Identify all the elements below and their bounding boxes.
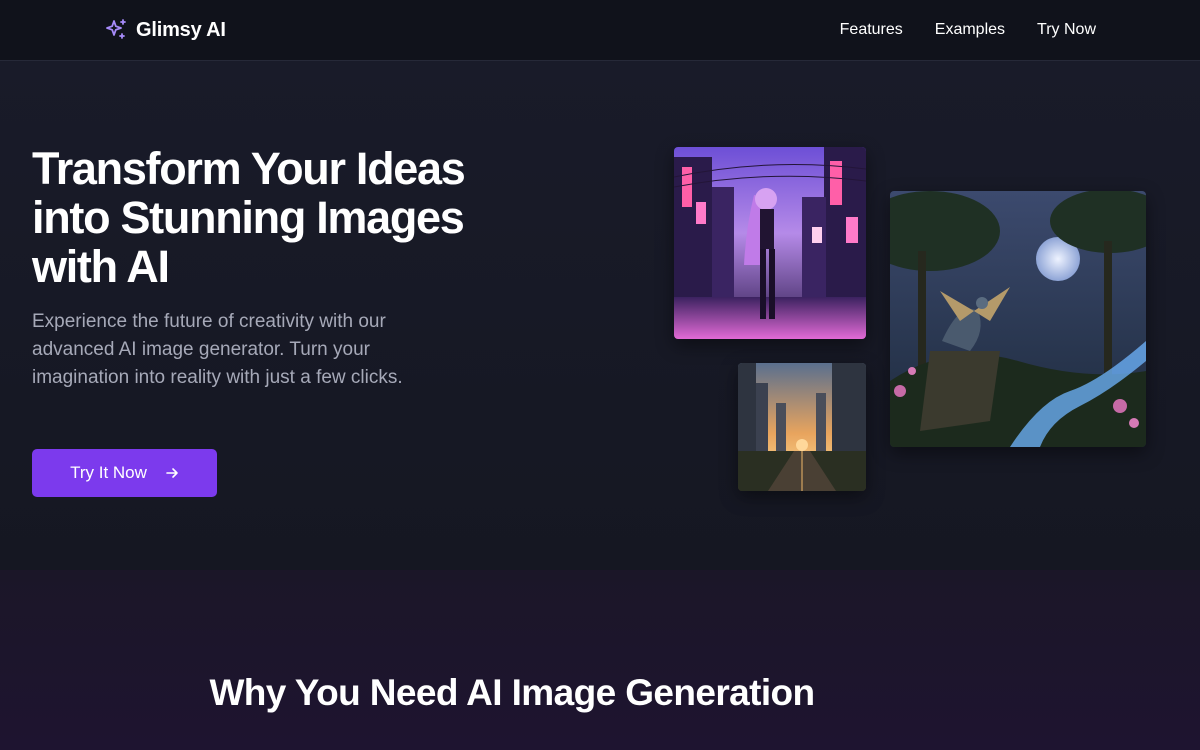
- arrow-right-icon: [166, 468, 178, 478]
- nav-link-features[interactable]: Features: [840, 20, 903, 40]
- hero-section: Transform Your Ideas into Stunning Image…: [0, 61, 1200, 570]
- try-it-now-button[interactable]: Try It Now: [32, 449, 217, 497]
- cta-label: Try It Now: [70, 463, 147, 482]
- why-ai-section: Why You Need AI Image Generation: [0, 570, 1200, 750]
- section-title: Why You Need AI Image Generation: [209, 672, 815, 713]
- hero-title: Transform Your Ideas into Stunning Image…: [32, 143, 466, 292]
- city-sunset-image[interactable]: [738, 363, 866, 491]
- brand-name: Glimsy AI: [136, 18, 226, 41]
- top-navbar: Glimsy AI Features Examples Try Now: [0, 0, 1200, 61]
- brand-logo-link[interactable]: Glimsy AI: [104, 18, 226, 42]
- nav-link-try-now[interactable]: Try Now: [1037, 20, 1096, 40]
- hero-subtitle: Experience the future of creativity with…: [32, 311, 403, 388]
- nav-link-examples[interactable]: Examples: [935, 20, 1005, 40]
- anime-neon-street-image[interactable]: [674, 147, 866, 339]
- dragon-forest-image[interactable]: [890, 191, 1146, 447]
- page: Glimsy AI Features Examples Try Now Tran…: [0, 0, 1200, 750]
- main-nav: Features Examples Try Now: [840, 20, 1096, 40]
- sparkles-icon: [106, 19, 126, 39]
